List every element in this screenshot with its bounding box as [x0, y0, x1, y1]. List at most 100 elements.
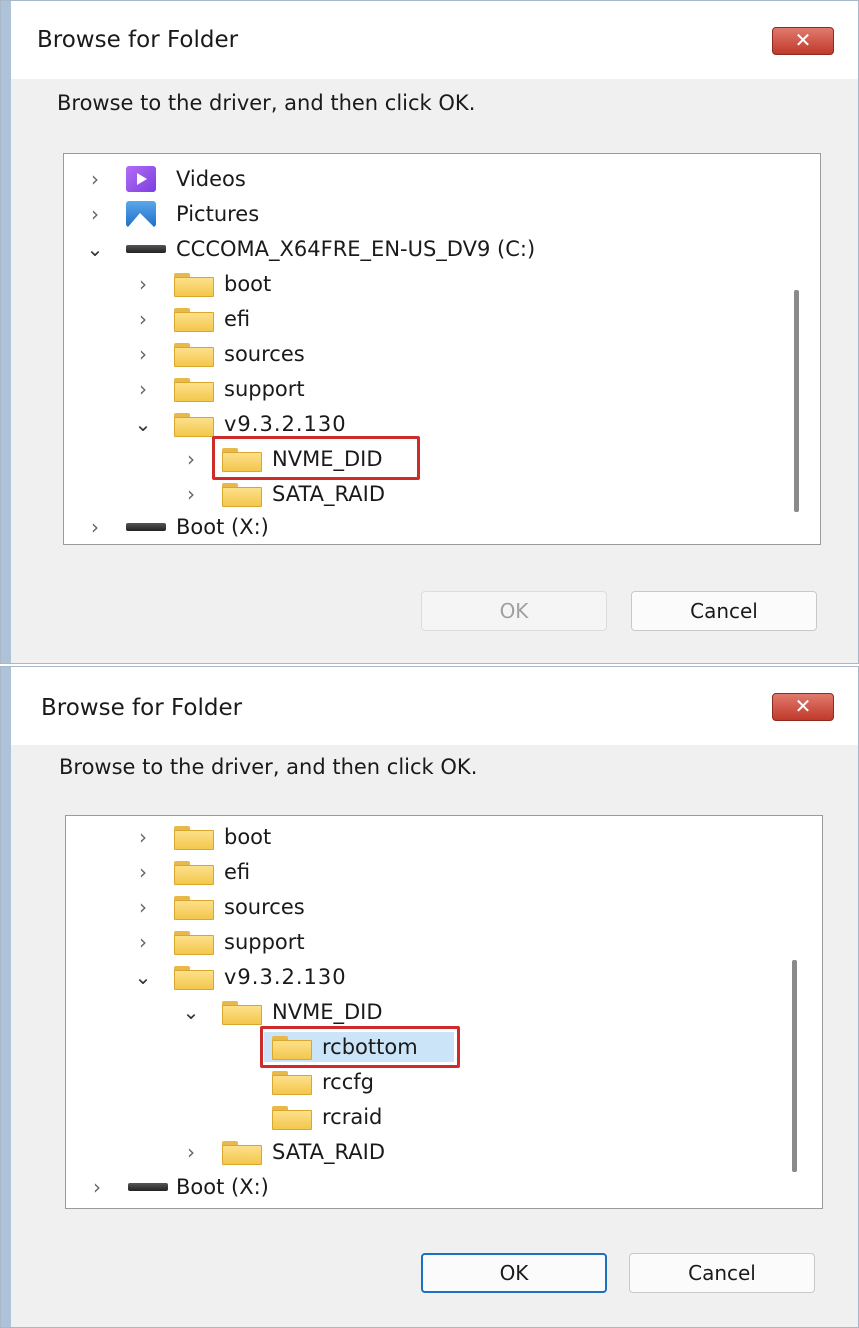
highlight-box: [212, 436, 420, 480]
drive-icon: [126, 245, 166, 253]
tree-item-drive-x[interactable]: › Boot (X:): [66, 1170, 822, 1204]
folder-icon: [174, 966, 214, 990]
title-bar: Browse for Folder ✕: [1, 1, 858, 79]
tree-item-rcbottom[interactable]: rcbottom: [66, 1026, 822, 1068]
tree-item-support[interactable]: › support: [66, 925, 822, 959]
tree-item-rcraid[interactable]: rcraid: [66, 1100, 822, 1134]
folder-icon: [222, 1001, 262, 1025]
folder-icon: [222, 1141, 262, 1165]
tree-item-support[interactable]: › support: [64, 372, 820, 406]
tree-item-label: efi: [224, 307, 251, 331]
tree-item-label: boot: [224, 825, 272, 849]
tree-item-label: CCCOMA_X64FRE_EN-US_DV9 (C:): [176, 237, 536, 261]
folder-icon: [174, 378, 214, 402]
tree-item-label: Boot (X:): [176, 515, 269, 539]
cancel-button[interactable]: Cancel: [631, 591, 817, 631]
instruction-text: Browse to the driver, and then click OK.: [57, 91, 476, 115]
tree-item-label: efi: [224, 860, 251, 884]
drive-icon: [126, 523, 166, 531]
folder-tree[interactable]: › Videos › Pictures ⌄ CCCOMA_X64FRE_EN-U…: [63, 153, 821, 545]
folder-tree[interactable]: › boot › efi › sources › support ⌄ v9.3.…: [65, 815, 823, 1209]
tree-item-version[interactable]: ⌄ v9.3.2.130: [66, 960, 822, 994]
browse-for-folder-dialog: Browse for Folder ✕ Browse to the driver…: [0, 0, 859, 664]
folder-icon: [174, 273, 214, 297]
tree-item-rccfg[interactable]: rccfg: [66, 1065, 822, 1099]
chevron-right-icon[interactable]: ›: [132, 820, 154, 854]
tree-item-label: SATA_RAID: [272, 482, 385, 506]
dialog-title: Browse for Folder: [41, 695, 243, 721]
tree-item-efi[interactable]: › efi: [66, 855, 822, 889]
folder-icon: [174, 413, 214, 437]
tree-item-label: boot: [224, 272, 272, 296]
tree-item-nvme-did[interactable]: › NVME_DID: [64, 436, 820, 480]
chevron-right-icon[interactable]: ›: [132, 337, 154, 371]
window-frame: [1, 667, 11, 1327]
tree-item-boot[interactable]: › boot: [64, 267, 820, 301]
dialog-body: Browse to the driver, and then click OK.…: [11, 79, 852, 653]
chevron-right-icon[interactable]: ›: [84, 197, 106, 231]
tree-item-label: sources: [224, 342, 305, 366]
chevron-right-icon[interactable]: ›: [86, 1170, 108, 1204]
highlight-box: [260, 1026, 460, 1068]
tree-item-pictures[interactable]: › Pictures: [64, 197, 820, 231]
chevron-right-icon[interactable]: ›: [132, 372, 154, 406]
tree-item-label: support: [224, 377, 305, 401]
chevron-right-icon[interactable]: ›: [132, 302, 154, 336]
folder-icon: [174, 343, 214, 367]
tree-item-efi[interactable]: › efi: [64, 302, 820, 336]
tree-item-drive-c[interactable]: ⌄ CCCOMA_X64FRE_EN-US_DV9 (C:): [64, 232, 820, 266]
folder-icon: [174, 308, 214, 332]
videos-icon: [126, 166, 156, 192]
chevron-right-icon[interactable]: ›: [132, 267, 154, 301]
dialog-title: Browse for Folder: [37, 27, 239, 53]
cancel-button[interactable]: Cancel: [629, 1253, 815, 1293]
tree-item-label: NVME_DID: [272, 1000, 383, 1024]
tree-item-label: rcraid: [322, 1105, 383, 1129]
tree-item-sources[interactable]: › sources: [66, 890, 822, 924]
tree-item-drive-x[interactable]: › Boot (X:): [64, 510, 820, 544]
chevron-right-icon[interactable]: ›: [84, 510, 106, 544]
tree-item-label: Pictures: [176, 202, 260, 226]
ok-button[interactable]: OK: [421, 1253, 607, 1293]
tree-item-nvme-did[interactable]: ⌄ NVME_DID: [66, 995, 822, 1029]
chevron-right-icon[interactable]: ›: [180, 442, 202, 476]
tree-item-label: SATA_RAID: [272, 1140, 385, 1164]
tree-item-videos[interactable]: › Videos: [64, 162, 820, 196]
folder-icon: [174, 931, 214, 955]
chevron-down-icon[interactable]: ⌄: [132, 960, 154, 994]
tree-item-label: sources: [224, 895, 305, 919]
chevron-down-icon[interactable]: ⌄: [180, 995, 202, 1029]
close-button[interactable]: ✕: [772, 693, 834, 721]
close-button[interactable]: ✕: [772, 27, 834, 55]
tree-item-label: Videos: [176, 167, 246, 191]
tree-item-sata-raid[interactable]: › SATA_RAID: [66, 1135, 822, 1169]
chevron-right-icon[interactable]: ›: [180, 477, 202, 511]
folder-icon: [272, 1071, 312, 1095]
folder-icon: [222, 483, 262, 507]
dialog-body: Browse to the driver, and then click OK.…: [11, 745, 852, 1317]
folder-icon: [272, 1106, 312, 1130]
browse-for-folder-dialog: Browse for Folder ✕ Browse to the driver…: [0, 666, 859, 1328]
folder-icon: [174, 896, 214, 920]
tree-item-sata-raid[interactable]: › SATA_RAID: [64, 477, 820, 511]
chevron-down-icon[interactable]: ⌄: [132, 407, 154, 441]
pictures-icon: [126, 201, 156, 227]
ok-button[interactable]: OK: [421, 591, 607, 631]
tree-item-boot[interactable]: › boot: [66, 820, 822, 854]
tree-item-label: support: [224, 930, 305, 954]
tree-item-sources[interactable]: › sources: [64, 337, 820, 371]
chevron-right-icon[interactable]: ›: [132, 855, 154, 889]
chevron-right-icon[interactable]: ›: [84, 162, 106, 196]
tree-item-version[interactable]: ⌄ v9.3.2.130: [64, 407, 820, 441]
vertical-scrollbar[interactable]: [794, 290, 799, 512]
chevron-right-icon[interactable]: ›: [132, 890, 154, 924]
tree-item-label: rccfg: [322, 1070, 374, 1094]
folder-icon: [174, 826, 214, 850]
tree-item-label: v9.3.2.130: [224, 965, 347, 989]
instruction-text: Browse to the driver, and then click OK.: [59, 755, 478, 779]
vertical-scrollbar[interactable]: [792, 960, 797, 1172]
chevron-right-icon[interactable]: ›: [180, 1135, 202, 1169]
chevron-right-icon[interactable]: ›: [132, 925, 154, 959]
tree-item-label: Boot (X:): [176, 1175, 269, 1199]
chevron-down-icon[interactable]: ⌄: [84, 232, 106, 266]
